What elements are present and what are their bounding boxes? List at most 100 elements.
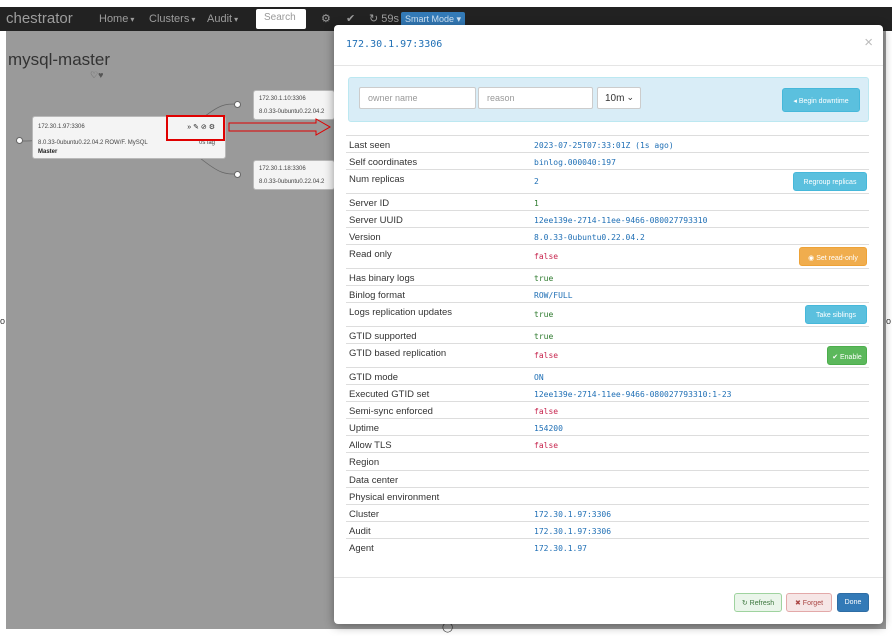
duration-select[interactable]: 10m ⌄ <box>597 87 641 109</box>
property-value: false <box>534 407 559 416</box>
property-name: Version <box>349 232 381 243</box>
property-row: Read only false ◉ Set read-only <box>346 244 869 268</box>
property-value: 172.30.1.97 <box>534 544 587 553</box>
check-circle-icon: ✔ <box>832 354 840 361</box>
property-name: Uptime <box>349 423 380 434</box>
forget-label: Forget <box>802 600 824 607</box>
property-row: Agent 172.30.1.97 <box>346 538 869 555</box>
begin-downtime-button[interactable]: ◂ Begin downtime <box>782 88 860 112</box>
eye-icon: ◉ <box>808 255 817 262</box>
property-row: Physical environment <box>346 487 869 504</box>
property-name: Read only <box>349 249 392 260</box>
arrow-annotation <box>228 118 332 136</box>
property-row: Audit 172.30.1.97:3306 <box>346 521 869 538</box>
instance-modal: 172.30.1.97:3306 × owner name reason 10m… <box>334 25 883 624</box>
property-value: false <box>534 441 559 450</box>
refresh-timer-label: 59s <box>381 13 400 25</box>
button-label: Take siblings <box>815 312 857 319</box>
owner-name-input[interactable]: owner name <box>359 87 476 109</box>
property-name: Self coordinates <box>349 157 418 168</box>
property-value: binlog.000040:197 <box>534 158 616 167</box>
property-value: 12ee139e-2714-11ee-9466-080027793310:1-2… <box>534 390 732 399</box>
refresh-timer[interactable]: ↻ 59s <box>369 12 399 25</box>
right-edge-marker: o <box>886 316 892 326</box>
property-value: false <box>534 351 559 360</box>
property-row: Server ID 1 <box>346 193 869 210</box>
property-name: Agent <box>349 543 374 554</box>
property-value: ROW/FULL <box>534 291 573 300</box>
done-button[interactable]: Done <box>837 593 869 612</box>
property-name: Binlog format <box>349 290 405 301</box>
set-read-only-button[interactable]: ◉ Set read-only <box>799 247 867 266</box>
property-value: true <box>534 274 554 283</box>
property-value: 2023-07-25T07:33:01Z (1s ago) <box>534 141 674 150</box>
modal-title: 172.30.1.97:3306 <box>346 39 443 50</box>
node-connector[interactable] <box>234 171 241 178</box>
node-connector[interactable] <box>16 137 23 144</box>
refresh-label: Refresh <box>749 600 775 607</box>
property-name: Semi-sync enforced <box>349 406 433 417</box>
property-value: 8.0.33-0ubuntu0.22.04.2 <box>534 233 645 242</box>
property-value: 1 <box>534 199 539 208</box>
modal-footer: ↻ Refresh ✖ Forget Done <box>334 577 883 624</box>
property-row: GTID mode ON <box>346 367 869 384</box>
property-name: Last seen <box>349 140 391 151</box>
downtime-panel: owner name reason 10m ⌄ ◂ Begin downtime <box>348 77 869 122</box>
take-siblings-button[interactable]: Take siblings <box>805 305 867 324</box>
property-row: Server UUID 12ee139e-2714-11ee-9466-08002… <box>346 210 869 227</box>
modal-header: 172.30.1.97:3306 × <box>334 25 883 66</box>
property-value: 154200 <box>534 424 563 433</box>
replica-node[interactable]: 172.30.1.18:3306 8.0.33-0ubuntu0.22.04.2 <box>253 160 335 190</box>
close-icon[interactable]: × <box>864 34 873 51</box>
close-icon: ✖ <box>794 600 801 607</box>
property-row: GTID based replication false ✔ Enable <box>346 343 869 367</box>
node-connector[interactable] <box>234 101 241 108</box>
property-row: Cluster 172.30.1.97:3306 <box>346 504 869 521</box>
master-version: 8.0.33-0ubuntu0.22.04.2 ROW/F. MySQL <box>38 140 148 146</box>
property-row: Allow TLS false <box>346 435 869 452</box>
master-host: 172.30.1.97:3306 <box>38 124 85 130</box>
smart-mode-label: Smart Mode <box>405 14 455 24</box>
property-name: Allow TLS <box>349 440 392 451</box>
property-row: Uptime 154200 <box>346 418 869 435</box>
duration-value: 10m <box>605 93 625 104</box>
property-name: Server UUID <box>349 215 403 226</box>
property-row: Binlog format ROW/FULL <box>346 285 869 302</box>
property-value: 12ee139e-2714-11ee-9466-080027793310 <box>534 216 708 225</box>
replica-node[interactable]: 172.30.1.10:3306 8.0.33-0ubuntu0.22.04.2 <box>253 90 335 120</box>
property-name: GTID based replication <box>349 348 447 359</box>
begin-downtime-label: Begin downtime <box>798 98 849 105</box>
reason-input[interactable]: reason <box>478 87 593 109</box>
property-name: Region <box>349 457 380 468</box>
regroup-replicas-button[interactable]: Regroup replicas <box>793 172 867 191</box>
property-name: GTID mode <box>349 372 399 383</box>
button-label: Enable <box>840 354 862 361</box>
replica-version: 8.0.33-0ubuntu0.22.04.2 <box>259 179 325 185</box>
property-name: Has binary logs <box>349 273 415 284</box>
refresh-icon: ↻ <box>369 13 379 25</box>
property-value: true <box>534 332 554 341</box>
forget-button[interactable]: ✖ Forget <box>786 593 832 612</box>
property-value: 172.30.1.97:3306 <box>534 510 612 519</box>
property-row: Self coordinates binlog.000040:197 <box>346 152 869 169</box>
properties-table: Last seen 2023-07-25T07:33:01Z (1s ago) Se… <box>346 135 869 555</box>
property-value: false <box>534 252 559 261</box>
check-circle-icon[interactable]: ✔ <box>346 12 355 25</box>
refresh-icon: ↻ <box>741 600 748 607</box>
replica-host: 172.30.1.18:3306 <box>259 166 306 172</box>
property-name: Server ID <box>349 198 390 209</box>
property-row: Region <box>346 452 869 470</box>
property-row: Has binary logs true <box>346 268 869 285</box>
enable-button[interactable]: ✔ Enable <box>827 346 867 365</box>
chevron-down-icon: ⌄ <box>626 92 634 102</box>
property-name: Cluster <box>349 509 380 520</box>
property-name: Num replicas <box>349 174 405 185</box>
highlight-box <box>166 115 225 141</box>
property-name: Data center <box>349 475 399 486</box>
refresh-button[interactable]: ↻ Refresh <box>734 593 782 612</box>
property-value: ON <box>534 373 544 382</box>
property-row: Version 8.0.33-0ubuntu0.22.04.2 <box>346 227 869 244</box>
replica-host: 172.30.1.10:3306 <box>259 96 306 102</box>
left-edge-marker: o <box>0 316 6 326</box>
property-row: Executed GTID set 12ee139e-2714-11ee-9466… <box>346 384 869 401</box>
